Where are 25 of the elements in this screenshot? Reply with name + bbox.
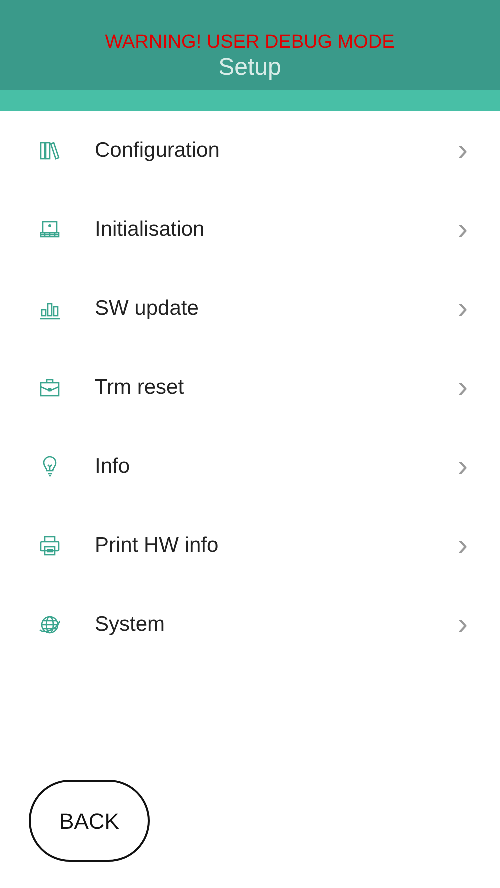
menu-item[interactable]: System › [0,585,500,664]
back-button[interactable]: BACK [29,780,150,862]
menu-label: System [95,612,166,638]
chevron-icon: › [458,294,468,324]
menu-item[interactable]: Initialisation › [0,190,500,269]
menu-label: SW update [95,296,200,322]
chevron-icon: › [458,452,468,482]
menu-label: Print HW info [95,532,220,559]
chevron-icon: › [458,610,468,640]
warning-text: WARNING! USER DEBUG MODE [105,33,395,52]
menu-label: Info [95,454,132,480]
chevron-icon: › [458,372,468,402]
chevron-icon: › [458,136,468,166]
chevron-icon: › [458,530,468,560]
menu-label: Configuration [95,138,221,164]
menu-label: Trm reset [95,374,186,401]
menu-label: Initialisation [95,216,206,243]
menu-item[interactable]: Configuration › [0,111,500,190]
menu-item[interactable]: Info › [0,427,500,506]
menu-item[interactable]: Print HW info › [0,506,500,585]
menu-item[interactable]: SW update › [0,269,500,348]
chevron-icon: › [458,214,468,244]
printer-icon [38,534,62,558]
page-title: Setup [218,56,282,80]
menu-item[interactable]: Trm reset › [0,348,500,427]
